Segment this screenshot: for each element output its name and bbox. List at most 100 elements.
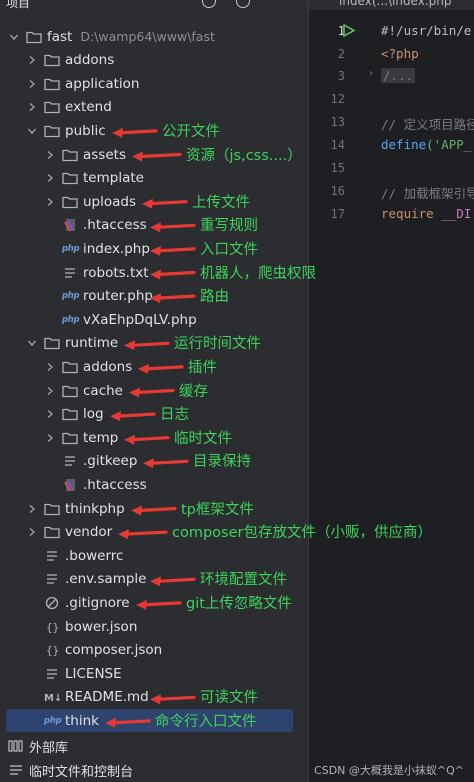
chevron-right-icon[interactable] [26, 101, 38, 113]
line-gutter: 1 2 3 › 12 13 14 15 16 17 [309, 10, 373, 782]
chevron-right-icon[interactable] [44, 149, 56, 161]
tree-folder-thinkphp[interactable]: thinkphp [0, 497, 308, 520]
tree-file-vxaehpdqlvphp[interactable]: php vXaEhpDqLV.php [0, 308, 308, 331]
annotation-label: 上传文件 [192, 194, 250, 211]
project-tree-panel: 项目 fast D:\wamp64\www\fast addons applicati… [0, 0, 308, 782]
code-line-fold: /... [381, 68, 416, 83]
folded-region[interactable]: /... [381, 68, 416, 83]
tree-file-routerphp[interactable]: php router.php [0, 285, 308, 308]
chevron-right-icon[interactable] [44, 196, 56, 208]
line-number: 13 [330, 115, 345, 129]
json-file-icon: {} [44, 620, 60, 634]
tree-item-label: assets [83, 146, 126, 163]
tree-item-label: extend [65, 99, 112, 116]
library-icon [8, 739, 24, 753]
svg-text:{}: {} [46, 644, 59, 657]
annotation-label: 重写规则 [200, 218, 258, 235]
tree-item-label: addons [65, 52, 115, 69]
tree-item-label: application [65, 75, 140, 92]
editor-tab-bar: index(...\index.php [309, 0, 474, 10]
define-argument: ('APP_ [426, 137, 472, 152]
scratches-consoles-label: 临时文件和控制台 [29, 764, 134, 780]
tree-item-label: addons [83, 358, 133, 375]
chevron-right-icon[interactable] [26, 54, 38, 66]
tree-item-label: public [65, 122, 106, 139]
chevron-down-icon[interactable] [26, 337, 38, 349]
folder-icon [62, 148, 78, 162]
external-libraries-label: 外部库 [29, 740, 69, 756]
tree-item-label: think [65, 712, 99, 729]
tree-file-composerjson[interactable]: {} composer.json [0, 639, 308, 662]
tree-file-bowerrc[interactable]: .bowerrc [0, 544, 308, 567]
tree-file-license[interactable]: LICENSE [0, 662, 308, 685]
tree-folder-cache[interactable]: cache [0, 379, 308, 402]
fold-chevron-icon[interactable]: › [369, 68, 373, 79]
text-file-icon [44, 667, 60, 681]
folder-icon [62, 360, 78, 374]
tree-file-htaccess[interactable]: .htaccess [0, 473, 308, 496]
code-line-comment-path: // 定义项目路径 [381, 117, 474, 132]
tree-item-label: .env.sample [65, 571, 147, 588]
chevron-right-icon[interactable] [44, 408, 56, 420]
chevron-right-icon[interactable] [44, 361, 56, 373]
text-file-icon [44, 572, 60, 586]
annotation-label: 目录保持 [193, 454, 251, 471]
tree-folder-extend[interactable]: extend [0, 96, 308, 119]
tree-file-gitkeep[interactable]: .gitkeep [0, 450, 308, 473]
chevron-right-icon[interactable] [26, 78, 38, 90]
tree-item-label: .htaccess [83, 217, 147, 234]
tree-file-indexphp[interactable]: php index.php [0, 237, 308, 260]
line-number: 3 [337, 69, 345, 83]
tree-folder-temp[interactable]: temp [0, 426, 308, 449]
chevron-down-icon[interactable] [26, 125, 38, 137]
text-file-icon [62, 266, 78, 280]
tree-folder-uploads[interactable]: uploads [0, 190, 308, 213]
annotation-label: 插件 [188, 359, 217, 376]
options-icon[interactable] [236, 0, 250, 8]
tree-folder-runtime[interactable]: runtime [0, 332, 308, 355]
chevron-right-icon[interactable] [44, 432, 56, 444]
svg-text:M↓: M↓ [44, 693, 60, 704]
annotation-label: tp框架文件 [181, 501, 254, 518]
tree-folder-public[interactable]: public [0, 119, 308, 142]
tree-file-readmemd[interactable]: M↓ README.md [0, 686, 308, 709]
locate-icon[interactable] [202, 0, 216, 8]
chevron-down-icon[interactable] [8, 31, 20, 43]
annotation-label: 日志 [160, 407, 189, 424]
code-editor[interactable]: index(...\index.php 1 2 3 › 12 13 14 15 … [308, 0, 474, 782]
php-file-icon: php [62, 243, 80, 254]
chevron-right-icon[interactable] [44, 172, 56, 184]
tree-folder-template[interactable]: template [0, 167, 308, 190]
folder-icon [62, 384, 78, 398]
tree-item-label: thinkphp [65, 500, 125, 517]
tree-item-label: bower.json [65, 618, 138, 635]
tree-item-label: temp [83, 429, 119, 446]
folder-icon [62, 431, 78, 445]
dir-constant: __DI [433, 206, 472, 221]
json-file-icon: {} [44, 643, 60, 657]
tree-item-label: log [83, 406, 104, 423]
annotation-label: 路由 [200, 289, 229, 306]
run-icon[interactable] [343, 24, 355, 37]
tree-folder-addons[interactable]: addons [0, 355, 308, 378]
annotation-label: 运行时间文件 [174, 336, 261, 353]
editor-tab-index-php[interactable]: index(...\index.php [339, 0, 451, 8]
tree-folder-addons[interactable]: addons [0, 49, 308, 72]
chevron-right-icon[interactable] [26, 503, 38, 515]
external-libraries-item[interactable]: 外部库 [0, 735, 68, 757]
chevron-right-icon[interactable] [44, 385, 56, 397]
tree-file-htaccess[interactable]: .htaccess [0, 214, 308, 237]
tree-folder-fast[interactable]: fast D:\wamp64\www\fast [0, 25, 308, 48]
chevron-right-icon[interactable] [26, 526, 38, 538]
tree-folder-application[interactable]: application [0, 72, 308, 95]
tree-file-bowerjson[interactable]: {} bower.json [0, 615, 308, 638]
folder-icon [44, 77, 60, 91]
tree-folder-log[interactable]: log [0, 403, 308, 426]
scratches-consoles-item[interactable]: 临时文件和控制台 [0, 759, 133, 781]
line-number: 16 [330, 184, 345, 198]
folder-icon [26, 30, 42, 44]
